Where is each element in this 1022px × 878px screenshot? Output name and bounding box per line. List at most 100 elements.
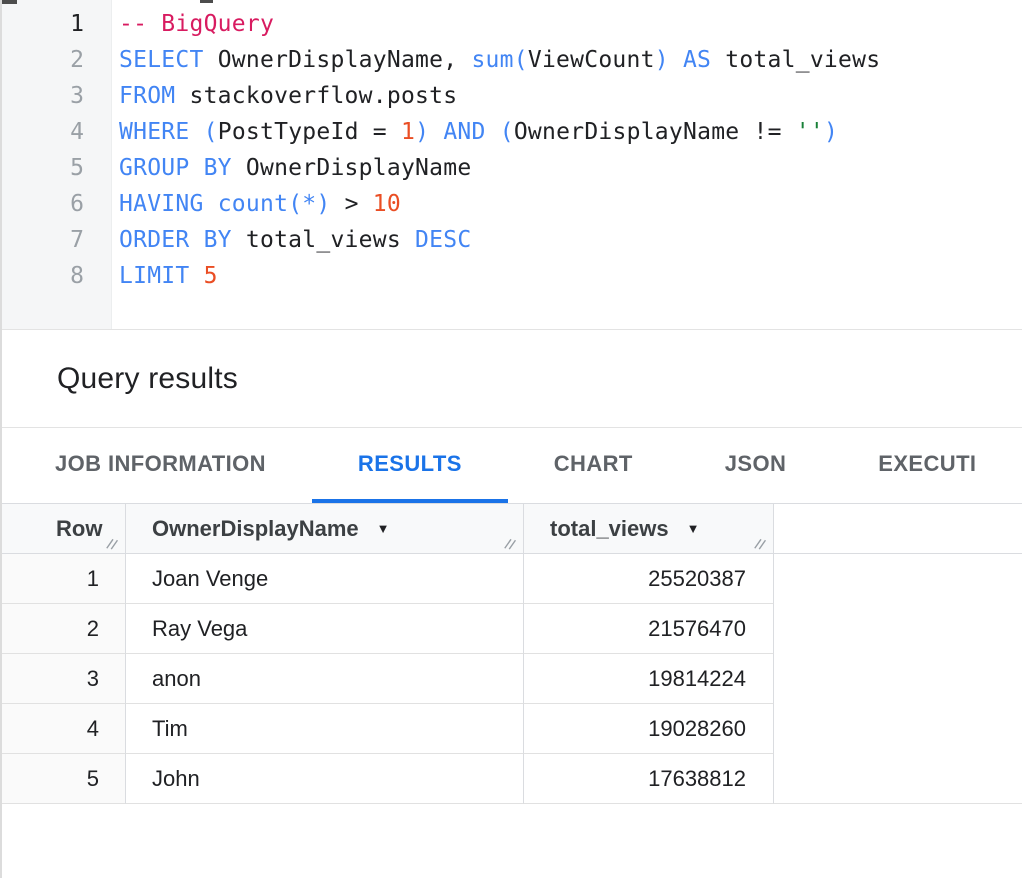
line-number: 3 [2, 78, 111, 114]
code-token: 10 [373, 191, 401, 217]
line-number-gutter: 12345678 [2, 0, 112, 329]
owner-display-name-cell: Ray Vega [126, 604, 524, 654]
results-table-grid: Row OwnerDisplayName ▼ total_views ▼ 1Joan Ve… [2, 504, 1022, 804]
line-number: 6 [2, 186, 111, 222]
code-line[interactable]: HAVING count(*) > 10 [119, 186, 1022, 222]
line-number: 1 [2, 6, 111, 42]
code-line[interactable]: -- BigQuery [119, 6, 1022, 42]
total-views-cell: 21576470 [524, 604, 774, 654]
tab-job-information[interactable]: JOB INFORMATION [9, 428, 312, 503]
query-results-header: Query results [2, 330, 1022, 428]
code-token: ) [415, 119, 429, 145]
row-spacer-cell [774, 704, 1022, 754]
code-token: ORDER BY [119, 227, 232, 253]
code-token: OwnerDisplayName, [204, 47, 472, 73]
row-spacer-cell [774, 654, 1022, 704]
owner-display-name-cell: anon [126, 654, 524, 704]
header-spacer-cell [774, 504, 1022, 554]
code-token [190, 263, 204, 289]
column-resize-handle-icon[interactable] [503, 534, 519, 550]
tab-executi[interactable]: EXECUTI [832, 428, 1022, 503]
code-line[interactable]: WHERE (PostTypeId = 1) AND (OwnerDisplay… [119, 114, 1022, 150]
line-number: 4 [2, 114, 111, 150]
code-token: 1 [401, 119, 415, 145]
caret-down-icon[interactable]: ▼ [377, 522, 390, 535]
code-token [190, 119, 204, 145]
code-token: FROM [119, 83, 175, 109]
code-token: total_views [711, 47, 880, 73]
code-token [204, 191, 218, 217]
code-token: > [330, 191, 372, 217]
code-token: HAVING [119, 191, 204, 217]
owner-display-name-cell: Joan Venge [126, 554, 524, 604]
column-header-total_views[interactable]: total_views ▼ [524, 504, 774, 554]
code-line[interactable]: LIMIT 5 [119, 258, 1022, 294]
code-token: ( [500, 119, 514, 145]
code-area[interactable]: -- BigQuery SELECT OwnerDisplayName, sum(… [112, 0, 1022, 329]
column-label: Row [56, 516, 102, 542]
code-token: OwnerDisplayName != [514, 119, 796, 145]
total-views-cell: 19028260 [524, 704, 774, 754]
column-label: total_views [550, 516, 669, 542]
code-token: AND [443, 119, 485, 145]
code-token: total_views [232, 227, 415, 253]
code-line[interactable]: SELECT OwnerDisplayName, sum(ViewCount) … [119, 42, 1022, 78]
code-line[interactable]: FROM stackoverflow.posts [119, 78, 1022, 114]
code-token: count(*) [218, 191, 331, 217]
line-number: 8 [2, 258, 111, 294]
code-line[interactable]: GROUP BY OwnerDisplayName [119, 150, 1022, 186]
bigquery-query-panel: 12345678 -- BigQuerySELECT OwnerDisplayN… [0, 0, 1022, 878]
code-token [486, 119, 500, 145]
row-number-cell: 3 [2, 654, 126, 704]
code-token: PostTypeId = [218, 119, 401, 145]
line-number: 2 [2, 42, 111, 78]
total-views-cell: 25520387 [524, 554, 774, 604]
row-number-cell: 5 [2, 754, 126, 804]
code-token: 5 [204, 263, 218, 289]
column-header-ownerdisplayname[interactable]: OwnerDisplayName ▼ [126, 504, 524, 554]
code-token: OwnerDisplayName [232, 155, 472, 181]
code-token: SELECT [119, 47, 204, 73]
code-token: GROUP BY [119, 155, 232, 181]
tab-json[interactable]: JSON [679, 428, 833, 503]
code-token [669, 47, 683, 73]
code-token: -- BigQuery [119, 11, 274, 37]
code-token: ) [824, 119, 838, 145]
column-resize-handle-icon[interactable] [105, 534, 121, 550]
owner-display-name-cell: Tim [126, 704, 524, 754]
row-spacer-cell [774, 554, 1022, 604]
code-token: WHERE [119, 119, 190, 145]
top-edge-mark [200, 0, 213, 3]
row-spacer-cell [774, 604, 1022, 654]
column-label: OwnerDisplayName [152, 516, 359, 542]
top-edge-mark [2, 0, 17, 4]
column-resize-handle-icon[interactable] [753, 534, 769, 550]
code-token: ViewCount [528, 47, 655, 73]
code-token: stackoverflow.posts [175, 83, 457, 109]
sql-editor[interactable]: 12345678 -- BigQuerySELECT OwnerDisplayN… [2, 0, 1022, 330]
tab-results[interactable]: RESULTS [312, 428, 508, 503]
page-title: Query results [57, 362, 238, 396]
row-spacer-cell [774, 754, 1022, 804]
code-token: '' [796, 119, 824, 145]
code-token: ) [655, 47, 669, 73]
total-views-cell: 19814224 [524, 654, 774, 704]
code-line[interactable]: ORDER BY total_views DESC [119, 222, 1022, 258]
code-token: sum( [471, 47, 527, 73]
caret-down-icon[interactable]: ▼ [687, 522, 700, 535]
owner-display-name-cell: John [126, 754, 524, 804]
row-number-cell: 4 [2, 704, 126, 754]
code-token: ( [204, 119, 218, 145]
results-table: Row OwnerDisplayName ▼ total_views ▼ 1Joan Ve… [2, 504, 1022, 804]
code-token: AS [683, 47, 711, 73]
code-token [429, 119, 443, 145]
line-number: 7 [2, 222, 111, 258]
tab-chart[interactable]: CHART [508, 428, 679, 503]
line-number: 5 [2, 150, 111, 186]
row-number-cell: 1 [2, 554, 126, 604]
column-header-row[interactable]: Row [2, 504, 126, 554]
total-views-cell: 17638812 [524, 754, 774, 804]
results-tabs: JOB INFORMATIONRESULTSCHARTJSONEXECUTI [2, 428, 1022, 504]
code-token: LIMIT [119, 263, 190, 289]
row-number-cell: 2 [2, 604, 126, 654]
